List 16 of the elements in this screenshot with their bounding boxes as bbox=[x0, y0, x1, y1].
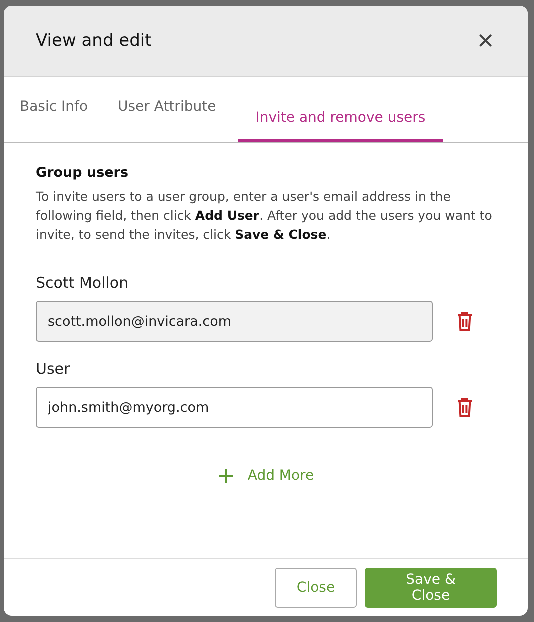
tab[interactable]: Basic Info bbox=[12, 99, 96, 142]
trash-icon[interactable] bbox=[457, 312, 473, 332]
field-label: Scott Mollon bbox=[36, 274, 130, 292]
instructions-text: To invite users to a user group, enter a user's email address in the following field, then click Add User. After you add the users you want to invite, to send the invites, click Save & Close. bbox=[36, 188, 494, 244]
section-title: Group users bbox=[36, 165, 130, 181]
close-button[interactable]: × bbox=[478, 27, 494, 55]
tab[interactable]: User Attribute bbox=[110, 99, 224, 142]
tab[interactable]: Invite and remove users bbox=[238, 108, 444, 142]
add-more-button[interactable]: Add More bbox=[214, 464, 318, 488]
close-button[interactable]: Close bbox=[275, 568, 357, 608]
email-field[interactable]: john.smith@myorg.com bbox=[36, 387, 433, 428]
field-label: User bbox=[36, 360, 72, 378]
save-button[interactable]: Save & Close bbox=[365, 568, 497, 608]
plus-icon bbox=[218, 468, 234, 484]
window-title: View and edit bbox=[36, 31, 152, 51]
trash-icon[interactable] bbox=[457, 398, 473, 418]
